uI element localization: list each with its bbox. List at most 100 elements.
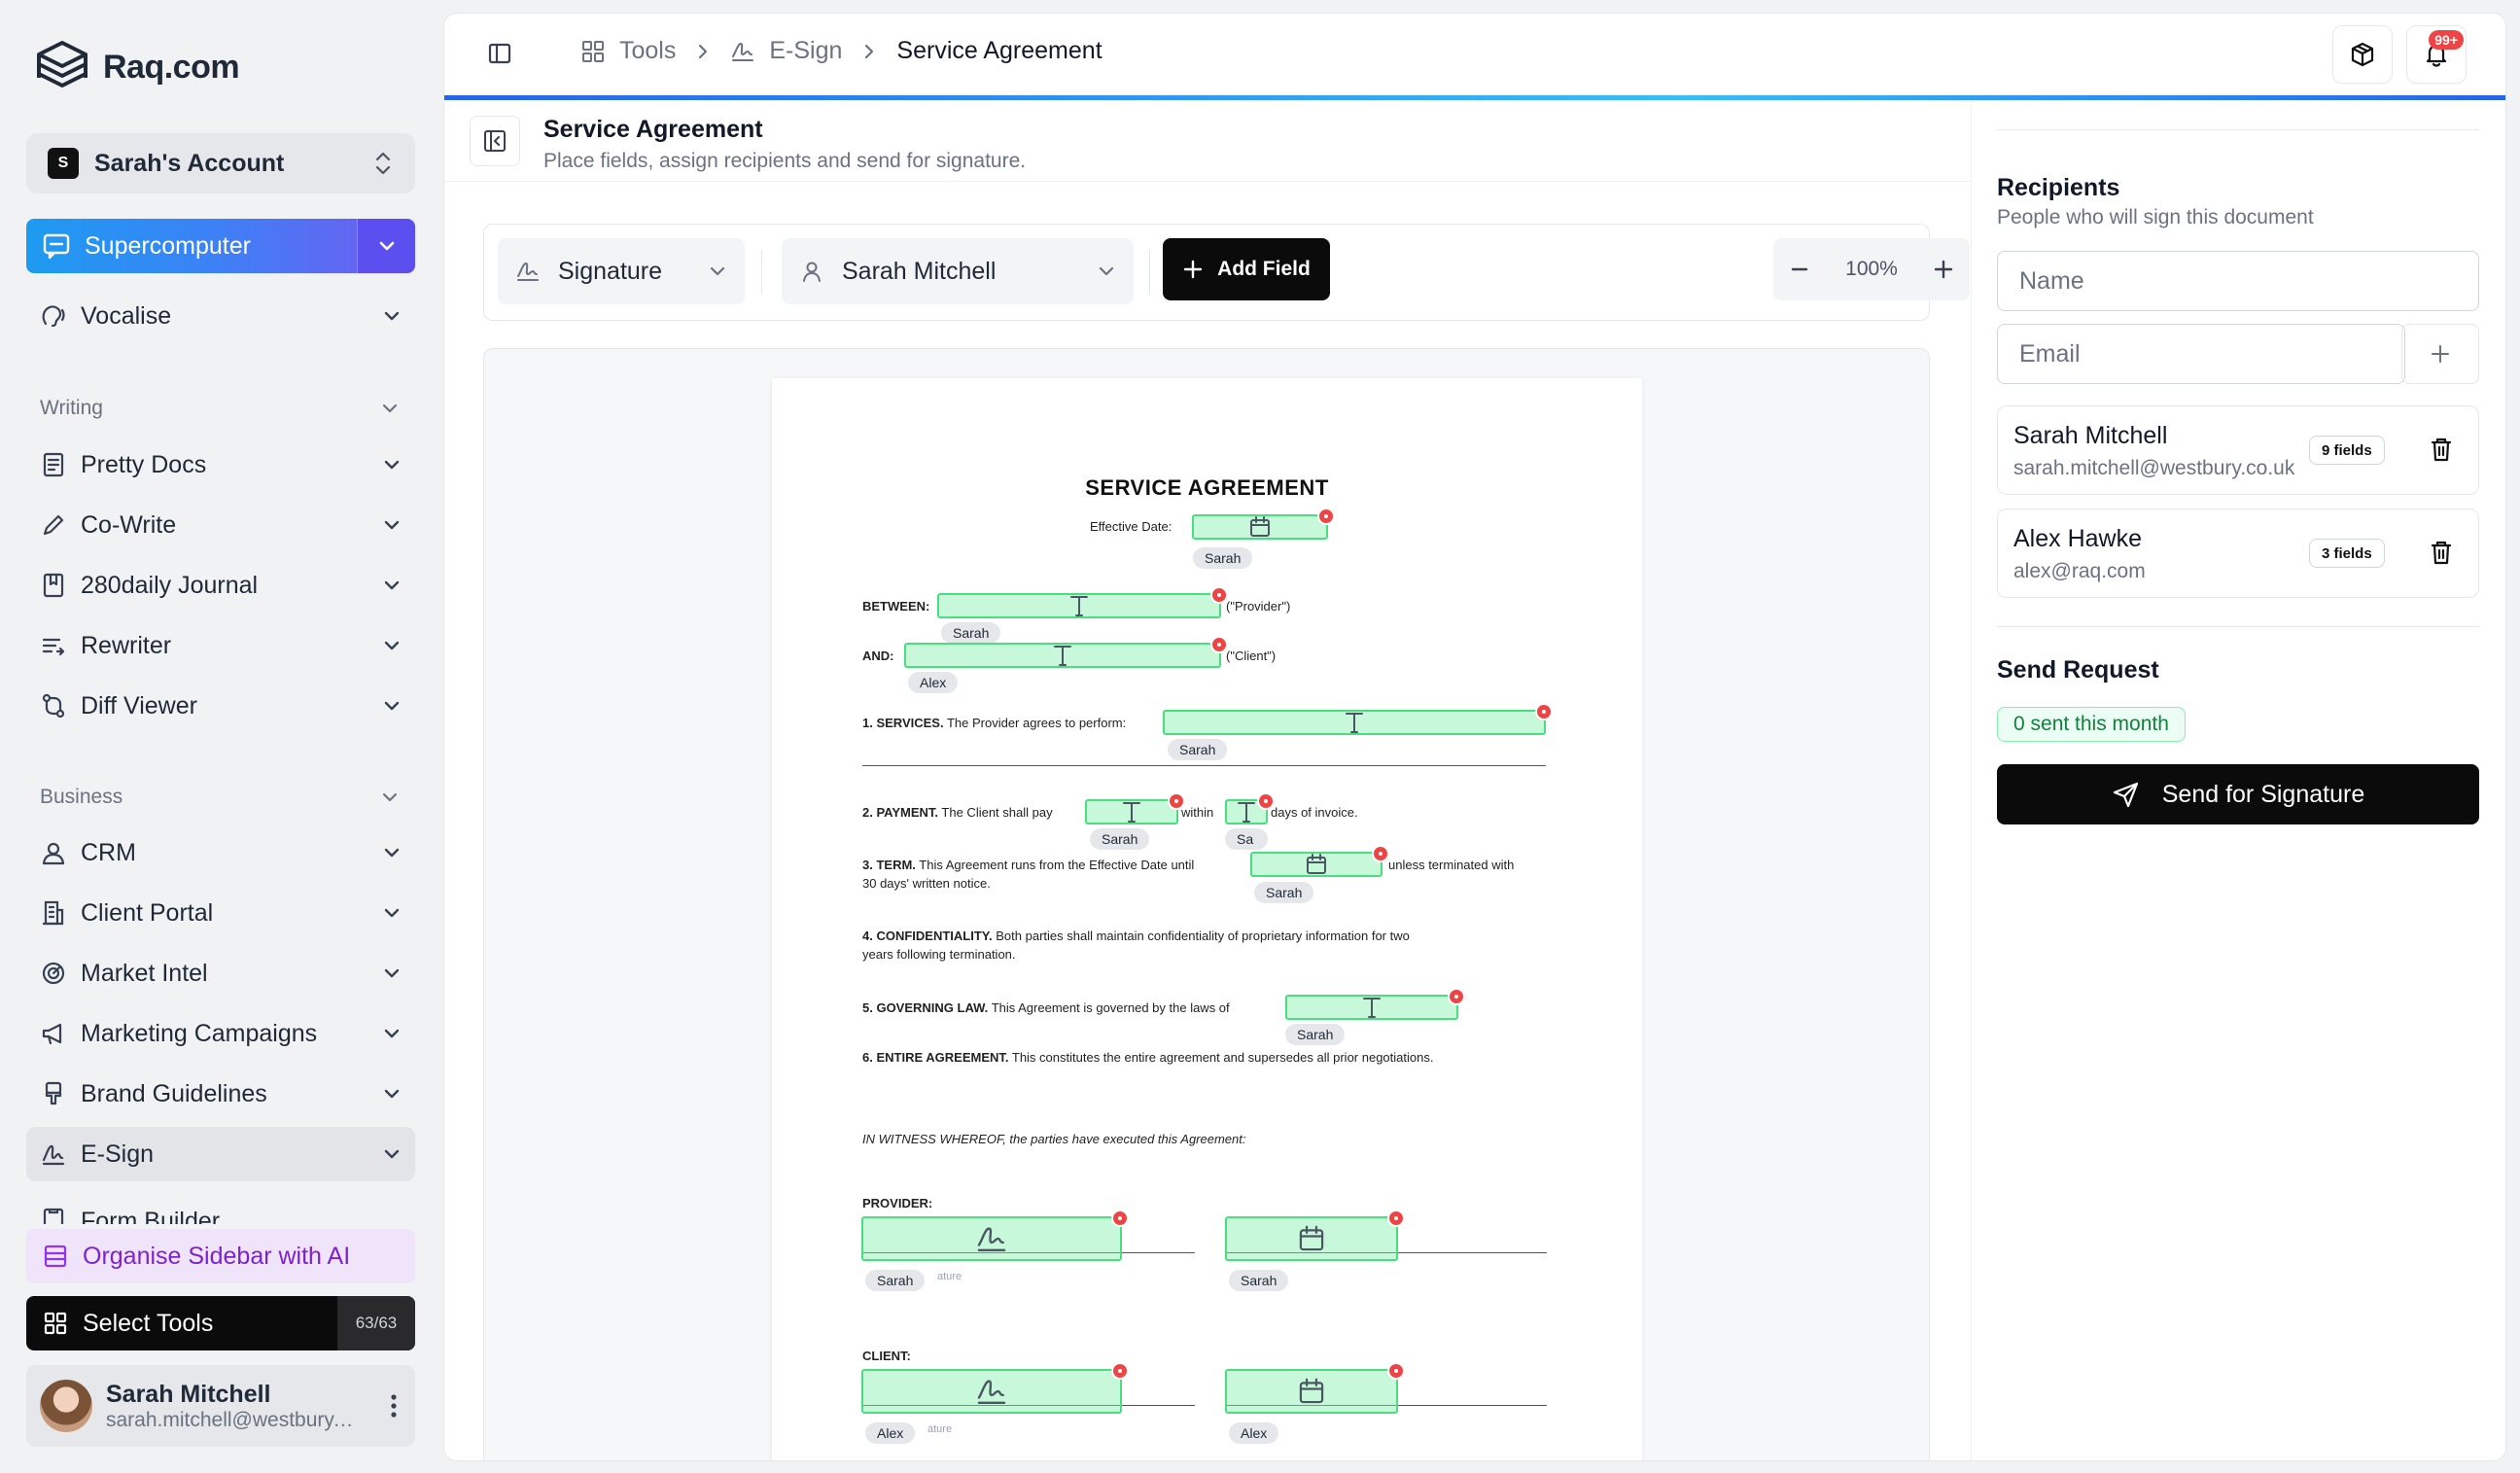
- text-field[interactable]: [904, 636, 1228, 668]
- brand-logo[interactable]: Raq.com: [35, 39, 240, 95]
- term-suffix: unless terminated with: [1388, 858, 1515, 872]
- chevron-down-icon: [382, 699, 402, 713]
- text-field[interactable]: [1085, 792, 1185, 824]
- breadcrumb: Tools E-Sign Service Agreement: [580, 37, 1102, 65]
- sidebar-item-diff-viewer[interactable]: Diff Viewer: [26, 679, 415, 733]
- recipient-select[interactable]: Sarah Mitchell: [782, 238, 1134, 304]
- zoom-control: 100%: [1773, 238, 1970, 300]
- governing-law-clause: 5. GOVERNING LAW. This Agreement is gove…: [862, 999, 1230, 1018]
- document-canvas[interactable]: SERVICE AGREEMENT Effective Date: Sarah …: [483, 348, 1930, 1460]
- recipient-email: sarah.mitchell@westbury.co.uk: [2013, 457, 2295, 479]
- account-switcher[interactable]: S Sarah's Account: [26, 133, 415, 193]
- sidebar-item-label: Market Intel: [81, 959, 208, 987]
- select-tools-button[interactable]: Select Tools 63/63: [26, 1296, 415, 1350]
- trash-icon[interactable]: [2426, 434, 2457, 465]
- recipient-name: Sarah Mitchell: [2013, 422, 2168, 449]
- sidebar-item-marketing-campaigns[interactable]: Marketing Campaigns: [26, 1006, 415, 1061]
- toolbar-divider: [1149, 250, 1150, 295]
- signature-field[interactable]: [861, 1362, 1129, 1414]
- sidebar-item-client-portal[interactable]: Client Portal: [26, 886, 415, 940]
- text-field[interactable]: [1163, 703, 1553, 735]
- chat-icon: [42, 231, 71, 261]
- sidebar-item-market-intel[interactable]: Market Intel: [26, 946, 415, 1000]
- add-field-button[interactable]: Add Field: [1163, 238, 1330, 300]
- required-dot: [1387, 1362, 1405, 1380]
- calendar-icon: [1247, 514, 1273, 540]
- date-field[interactable]: [1225, 1210, 1405, 1261]
- sidebar-item-rewriter[interactable]: Rewriter: [26, 618, 415, 673]
- required-dot: [1535, 703, 1553, 720]
- send-for-signature-button[interactable]: Send for Signature: [1997, 764, 2479, 824]
- sidebar-item-crm[interactable]: CRM: [26, 825, 415, 880]
- panel-left-close-icon: [482, 128, 508, 154]
- plus-icon: [1182, 259, 1204, 280]
- sidebar-toggle-icon[interactable]: [487, 41, 512, 66]
- section-business[interactable]: Business: [40, 786, 400, 809]
- chevron-down-icon: [382, 458, 402, 472]
- recipient-card[interactable]: Alex Hawke alex@raq.com 3 fields: [1997, 509, 2479, 598]
- sidebar-item-brand-guidelines[interactable]: Brand Guidelines: [26, 1067, 415, 1121]
- chevron-updown-icon: [372, 151, 394, 176]
- add-recipient-button[interactable]: [2401, 324, 2479, 384]
- required-dot: [1111, 1210, 1129, 1227]
- confidentiality-clause: 4. CONFIDENTIALITY. Both parties shall m…: [862, 927, 1410, 946]
- zoom-in-button[interactable]: [1933, 259, 1954, 280]
- supercomputer-label: Supercomputer: [85, 231, 251, 260]
- sidebar-item-pretty-docs[interactable]: Pretty Docs: [26, 438, 415, 492]
- text-cursor-icon: [1119, 799, 1144, 824]
- user-profile[interactable]: Sarah Mitchell sarah.mitchell@westbury.c…: [26, 1365, 415, 1447]
- breadcrumb-tools[interactable]: Tools: [619, 37, 676, 65]
- name-input[interactable]: Name: [1997, 251, 2479, 311]
- chevron-down-icon: [1097, 264, 1116, 278]
- witness-statement: IN WITNESS WHEREOF, the parties have exe…: [862, 1132, 1246, 1146]
- organise-sidebar-button[interactable]: Organise Sidebar with AI: [26, 1229, 415, 1283]
- collapse-panel-button[interactable]: [470, 116, 520, 166]
- supercomputer-dropdown[interactable]: [357, 219, 415, 273]
- supercomputer-button[interactable]: Supercomputer: [26, 219, 415, 273]
- recipient-tag: Sarah: [1090, 828, 1150, 850]
- text-field[interactable]: [1225, 792, 1275, 824]
- required-dot: [1372, 845, 1389, 862]
- recipient-email: alex@raq.com: [2013, 560, 2146, 582]
- email-input[interactable]: Email: [1997, 324, 2405, 384]
- entire-head: 6. ENTIRE AGREEMENT.: [862, 1050, 1009, 1065]
- more-vertical-icon[interactable]: [390, 1393, 398, 1419]
- sidebar-item-label: Vocalise: [81, 301, 172, 330]
- sidebar-item-e-sign[interactable]: E-Sign: [26, 1127, 415, 1181]
- sidebar-item-journal[interactable]: 280daily Journal: [26, 558, 415, 613]
- toolbar-divider: [761, 250, 762, 295]
- signature-icon: [515, 259, 541, 284]
- sidebar-item-vocalise[interactable]: Vocalise: [26, 289, 415, 343]
- paintbrush-icon: [40, 1080, 67, 1107]
- sidebar-item-form-builder[interactable]: Form Builder: [26, 1187, 415, 1224]
- date-field[interactable]: [1225, 1362, 1405, 1414]
- fields-count-badge: 9 fields: [2309, 436, 2385, 465]
- text-cursor-icon: [1234, 799, 1259, 824]
- box-button[interactable]: [2332, 25, 2393, 84]
- notifications-button[interactable]: 99+: [2406, 25, 2467, 84]
- trash-icon[interactable]: [2426, 537, 2457, 568]
- field-type-select[interactable]: Signature: [498, 238, 745, 304]
- sidebar-item-label: Form Builder: [81, 1208, 221, 1224]
- services-text: The Provider agrees to perform:: [946, 716, 1127, 730]
- panel-divider: [1997, 129, 2479, 130]
- date-field[interactable]: [1250, 845, 1389, 877]
- supercomputer-main[interactable]: Supercomputer: [26, 219, 357, 273]
- conf-head: 4. CONFIDENTIALITY.: [862, 929, 993, 943]
- sidebar-item-label: Rewriter: [81, 631, 172, 659]
- date-field[interactable]: [1192, 508, 1335, 540]
- main-panel: Tools E-Sign Service Agreement 99+ Servi…: [443, 13, 2506, 1461]
- recipient-card[interactable]: Sarah Mitchell sarah.mitchell@westbury.c…: [1997, 405, 2479, 495]
- text-field[interactable]: [1285, 988, 1465, 1020]
- section-writing[interactable]: Writing: [40, 397, 400, 420]
- sidebar-item-co-write[interactable]: Co-Write: [26, 498, 415, 552]
- zoom-out-button[interactable]: [1789, 259, 1810, 280]
- required-dot: [1111, 1362, 1129, 1380]
- building-icon: [40, 899, 67, 927]
- term-line2: 30 days' written notice.: [862, 876, 991, 891]
- panel-divider: [1997, 626, 2479, 627]
- breadcrumb-current: Service Agreement: [896, 37, 1102, 64]
- breadcrumb-esign[interactable]: E-Sign: [769, 37, 842, 65]
- text-field[interactable]: [937, 586, 1228, 618]
- signature-field[interactable]: [861, 1210, 1129, 1261]
